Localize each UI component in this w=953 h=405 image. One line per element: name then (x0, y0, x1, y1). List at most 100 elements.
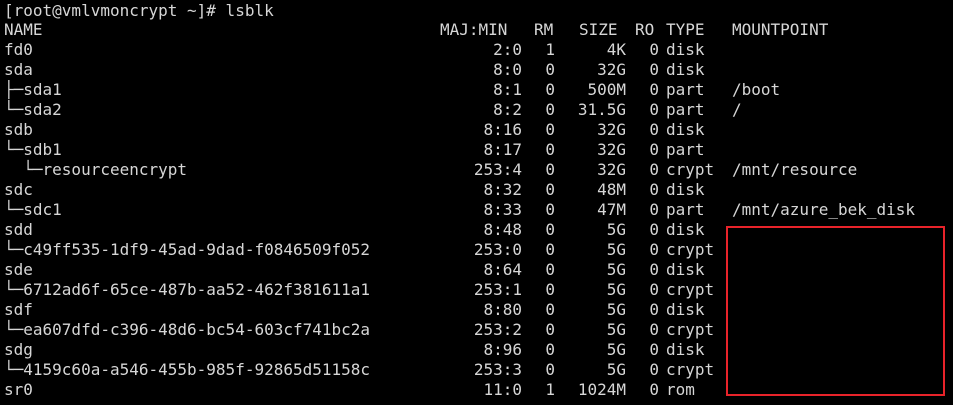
cell-size: 5G (606, 300, 626, 319)
cell-rm: 0 (545, 260, 555, 279)
cell-size: 500M (587, 80, 626, 99)
cell-size: 32G (597, 120, 626, 139)
cell-name: └─c49ff535-1df9-45ad-9dad-f0846509f052 (4, 240, 371, 259)
header-name: NAME (4, 20, 43, 39)
header-majmin: MAJ:MIN (440, 20, 508, 39)
cell-name: └─sdb1 (4, 140, 62, 159)
cell-type: disk (666, 40, 705, 59)
cell-majmin: 8:17 (483, 140, 522, 159)
lsblk-row: sdb 8:16 0 32G 0 disk (4, 120, 953, 140)
cell-rm: 0 (545, 180, 555, 199)
cell-mountpoint: /boot (732, 80, 781, 99)
cell-size: 5G (606, 280, 626, 299)
header-rm: RM (534, 20, 554, 39)
lsblk-row: fd0 2:0 1 4K 0 disk (4, 40, 953, 60)
cell-name: └─sdc1 (4, 200, 62, 219)
header-ro: RO (635, 20, 655, 39)
cell-majmin: 8:33 (483, 200, 522, 219)
cell-type: crypt (666, 320, 715, 339)
cell-rm: 0 (545, 80, 555, 99)
cell-mountpoint: / (732, 100, 742, 119)
cell-rm: 0 (545, 360, 555, 379)
cell-size: 32G (597, 140, 626, 159)
cell-type: crypt (666, 360, 715, 379)
cell-rm: 0 (545, 220, 555, 239)
cell-majmin: 8:0 (493, 60, 522, 79)
cell-size: 5G (606, 360, 626, 379)
cell-name: sdg (4, 340, 33, 359)
header-size: SIZE (579, 20, 618, 39)
cell-size: 5G (606, 340, 626, 359)
cell-size: 32G (597, 160, 626, 179)
cell-name: sdf (4, 300, 33, 319)
cell-type: disk (666, 220, 705, 239)
lsblk-row: └─sda2 8:2 0 31.5G 0 part / (4, 100, 953, 120)
cell-size: 5G (606, 320, 626, 339)
cell-majmin: 253:3 (473, 360, 522, 379)
cell-majmin: 8:16 (483, 120, 522, 139)
cell-type: rom (666, 380, 695, 399)
cell-rm: 0 (545, 120, 555, 139)
cell-size: 4K (606, 40, 626, 59)
cell-majmin: 8:48 (483, 220, 522, 239)
cell-rm: 1 (545, 380, 555, 399)
cell-majmin: 8:32 (483, 180, 522, 199)
cell-type: part (666, 200, 705, 219)
cell-name: sdb (4, 120, 33, 139)
header-mountpoint: MOUNTPOINT (732, 20, 829, 39)
cell-ro: 0 (649, 340, 659, 359)
cell-ro: 0 (649, 200, 659, 219)
cell-ro: 0 (649, 180, 659, 199)
cell-majmin: 253:4 (473, 160, 522, 179)
cell-name: └─4159c60a-a546-455b-985f-92865d51158c (4, 360, 371, 379)
cell-majmin: 8:1 (493, 80, 522, 99)
cell-type: disk (666, 60, 705, 79)
lsblk-row: └─resourceencrypt 253:4 0 32G 0 crypt/mnt/res… (4, 160, 953, 180)
lsblk-row: sda 8:0 0 32G 0 disk (4, 60, 953, 80)
cell-mountpoint: /mnt/resource (732, 160, 858, 179)
cell-ro: 0 (649, 260, 659, 279)
cell-type: part (666, 80, 705, 99)
cell-mountpoint: /mnt/azure_bek_disk (732, 200, 916, 219)
cell-ro: 0 (649, 380, 659, 399)
cell-rm: 0 (545, 100, 555, 119)
cell-majmin: 8:96 (483, 340, 522, 359)
cell-ro: 0 (649, 80, 659, 99)
cell-size: 31.5G (577, 100, 626, 119)
cell-rm: 0 (545, 320, 555, 339)
cell-type: crypt (666, 280, 715, 299)
cell-majmin: 8:80 (483, 300, 522, 319)
cell-name: ├─sda1 (4, 80, 62, 99)
command-prompt: [root@vmlvmoncrypt ~]# lsblk (4, 1, 274, 20)
cell-size: 32G (597, 60, 626, 79)
cell-size: 5G (606, 260, 626, 279)
cell-ro: 0 (649, 320, 659, 339)
cell-size: 5G (606, 240, 626, 259)
cell-rm: 0 (545, 340, 555, 359)
cell-name: └─sda2 (4, 100, 62, 119)
cell-ro: 0 (649, 360, 659, 379)
cell-size: 47M (597, 200, 626, 219)
cell-ro: 0 (649, 280, 659, 299)
lsblk-row: sdc 8:32 0 48M 0 disk (4, 180, 953, 200)
cell-name: sdc (4, 180, 33, 199)
cell-ro: 0 (649, 40, 659, 59)
cell-rm: 0 (545, 160, 555, 179)
cell-size: 5G (606, 220, 626, 239)
lsblk-header-row: NAME MAJ:MIN RM SIZE RO TYPE MOUNTPOINT (4, 20, 953, 40)
cell-majmin: 2:0 (493, 40, 522, 59)
cell-ro: 0 (649, 100, 659, 119)
cell-ro: 0 (649, 240, 659, 259)
cell-majmin: 253:2 (473, 320, 522, 339)
cell-type: part (666, 100, 705, 119)
lsblk-row: ├─sda1 8:1 0 500M 0 part/boot (4, 80, 953, 100)
cell-rm: 0 (545, 280, 555, 299)
lsblk-row: └─sdb1 8:17 0 32G 0 part (4, 140, 953, 160)
cell-name: fd0 (4, 40, 33, 59)
cell-rm: 0 (545, 200, 555, 219)
cell-name: └─resourceencrypt (4, 160, 188, 179)
cell-type: disk (666, 180, 705, 199)
cell-name: └─6712ad6f-65ce-487b-aa52-462f381611a1 (4, 280, 371, 299)
header-type: TYPE (666, 20, 705, 39)
cell-majmin: 253:0 (473, 240, 522, 259)
